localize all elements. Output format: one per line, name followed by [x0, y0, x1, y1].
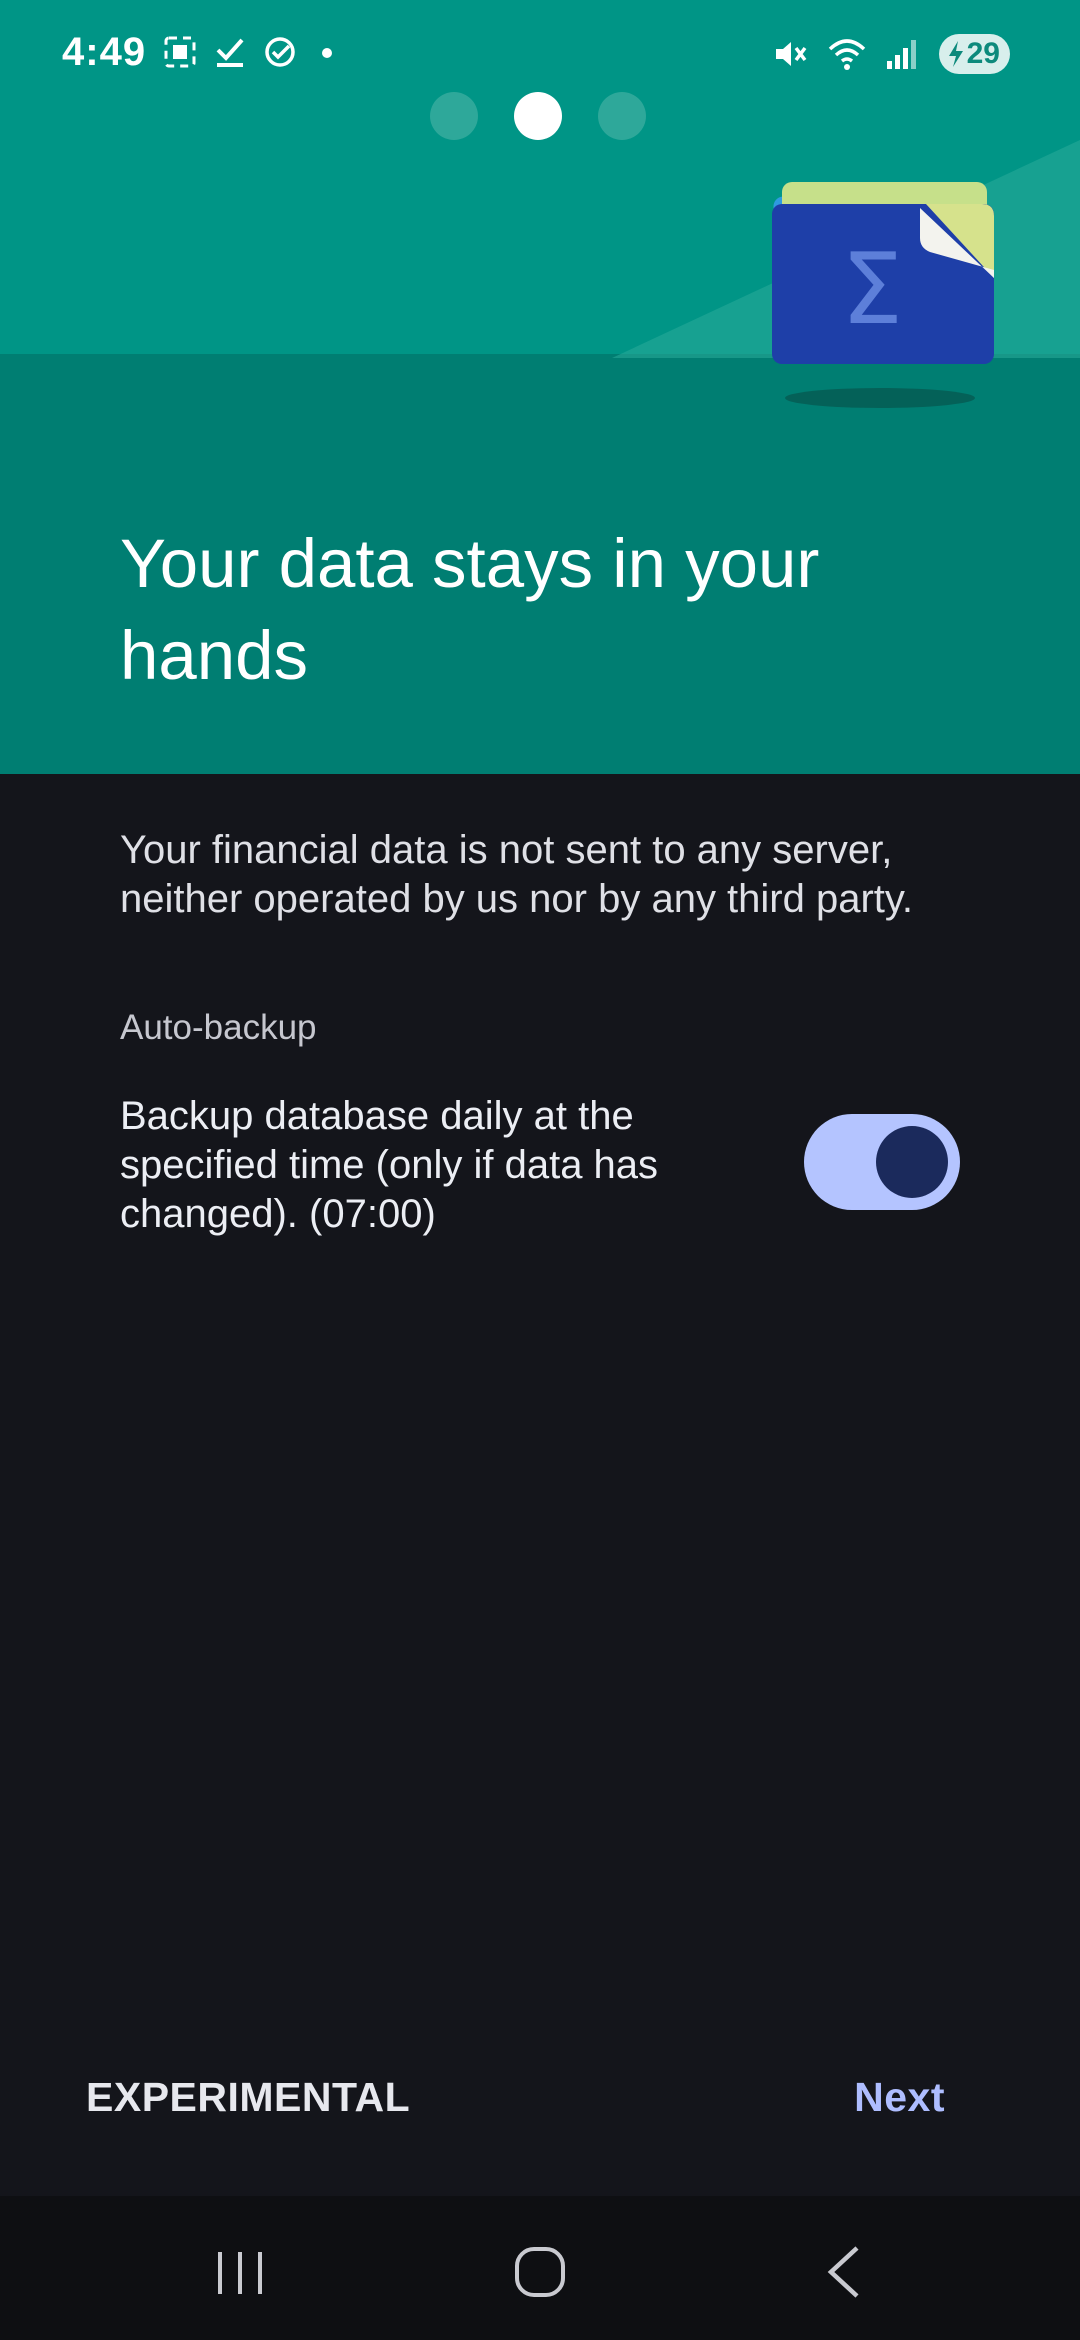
svg-text:Σ: Σ	[841, 233, 903, 347]
check-circle-icon	[265, 37, 295, 67]
page-dot-active[interactable]	[514, 92, 562, 140]
navigation-bar	[0, 2196, 1080, 2340]
toggle-knob	[876, 1126, 948, 1198]
wallet-illustration: Σ	[772, 182, 994, 408]
backup-setting-text[interactable]: Backup database daily at the specified t…	[120, 1092, 740, 1239]
battery-indicator: 29	[938, 34, 1010, 74]
recents-icon[interactable]	[210, 2242, 270, 2302]
wifi-icon	[828, 39, 865, 70]
dot-icon	[322, 48, 332, 58]
privacy-description: Your financial data is not sent to any s…	[120, 828, 914, 921]
home-icon[interactable]	[510, 2242, 570, 2302]
signal-icon	[886, 40, 916, 69]
auto-backup-label: Auto-backup	[120, 1008, 317, 1047]
status-time: 4:49	[62, 30, 147, 74]
notification-icons	[162, 34, 342, 70]
battery-level: 29	[966, 37, 1000, 70]
auto-backup-toggle[interactable]	[804, 1114, 960, 1210]
page-title: Your data stays in your hands	[120, 525, 820, 694]
content-area: Your financial data is not sent to any s…	[120, 826, 980, 1236]
back-icon[interactable]	[815, 2242, 875, 2302]
next-button[interactable]: Next	[854, 2074, 945, 2121]
experimental-button[interactable]: EXPERIMENTAL	[86, 2074, 410, 2121]
check-icon	[216, 38, 244, 67]
page-dot[interactable]	[430, 92, 478, 140]
system-icons: 29	[771, 34, 1010, 74]
page-indicator	[430, 92, 646, 140]
hero-header: 4:49 29 Σ Your data stays in your hands	[0, 0, 1080, 774]
battery-charging-icon	[948, 41, 963, 67]
page-dot[interactable]	[598, 92, 646, 140]
screenshot-icon	[164, 36, 196, 68]
mute-icon	[775, 42, 807, 66]
